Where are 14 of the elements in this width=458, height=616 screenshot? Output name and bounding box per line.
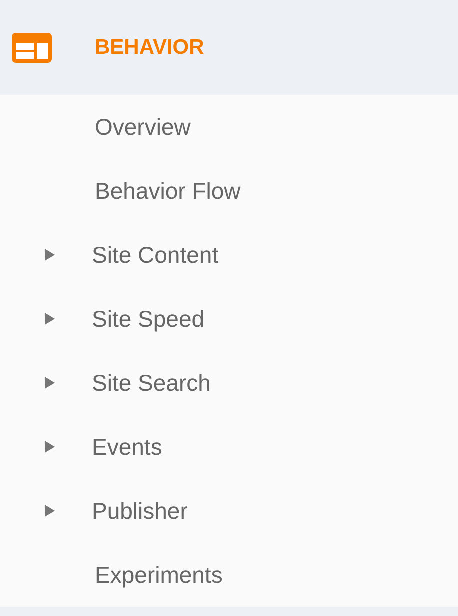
nav-label: Site Speed [92, 304, 205, 334]
nav-label: Events [92, 432, 162, 462]
nav-label: Site Search [92, 368, 211, 398]
nav-link[interactable]: Behavior Flow [95, 174, 241, 208]
nav-group-item[interactable]: Site Search [0, 351, 458, 415]
nav-label: Publisher [92, 496, 188, 526]
nav-group-item[interactable]: Publisher [0, 479, 458, 543]
nav-label: Site Content [92, 240, 219, 270]
nav-group-item[interactable]: Site Speed [0, 287, 458, 351]
nav-link[interactable]: Experiments [95, 558, 223, 592]
layout-icon [12, 32, 52, 62]
nav-group-item[interactable]: Events [0, 415, 458, 479]
nav-group-item[interactable]: Site Content [0, 223, 458, 287]
nav-link[interactable]: Overview [95, 110, 191, 144]
